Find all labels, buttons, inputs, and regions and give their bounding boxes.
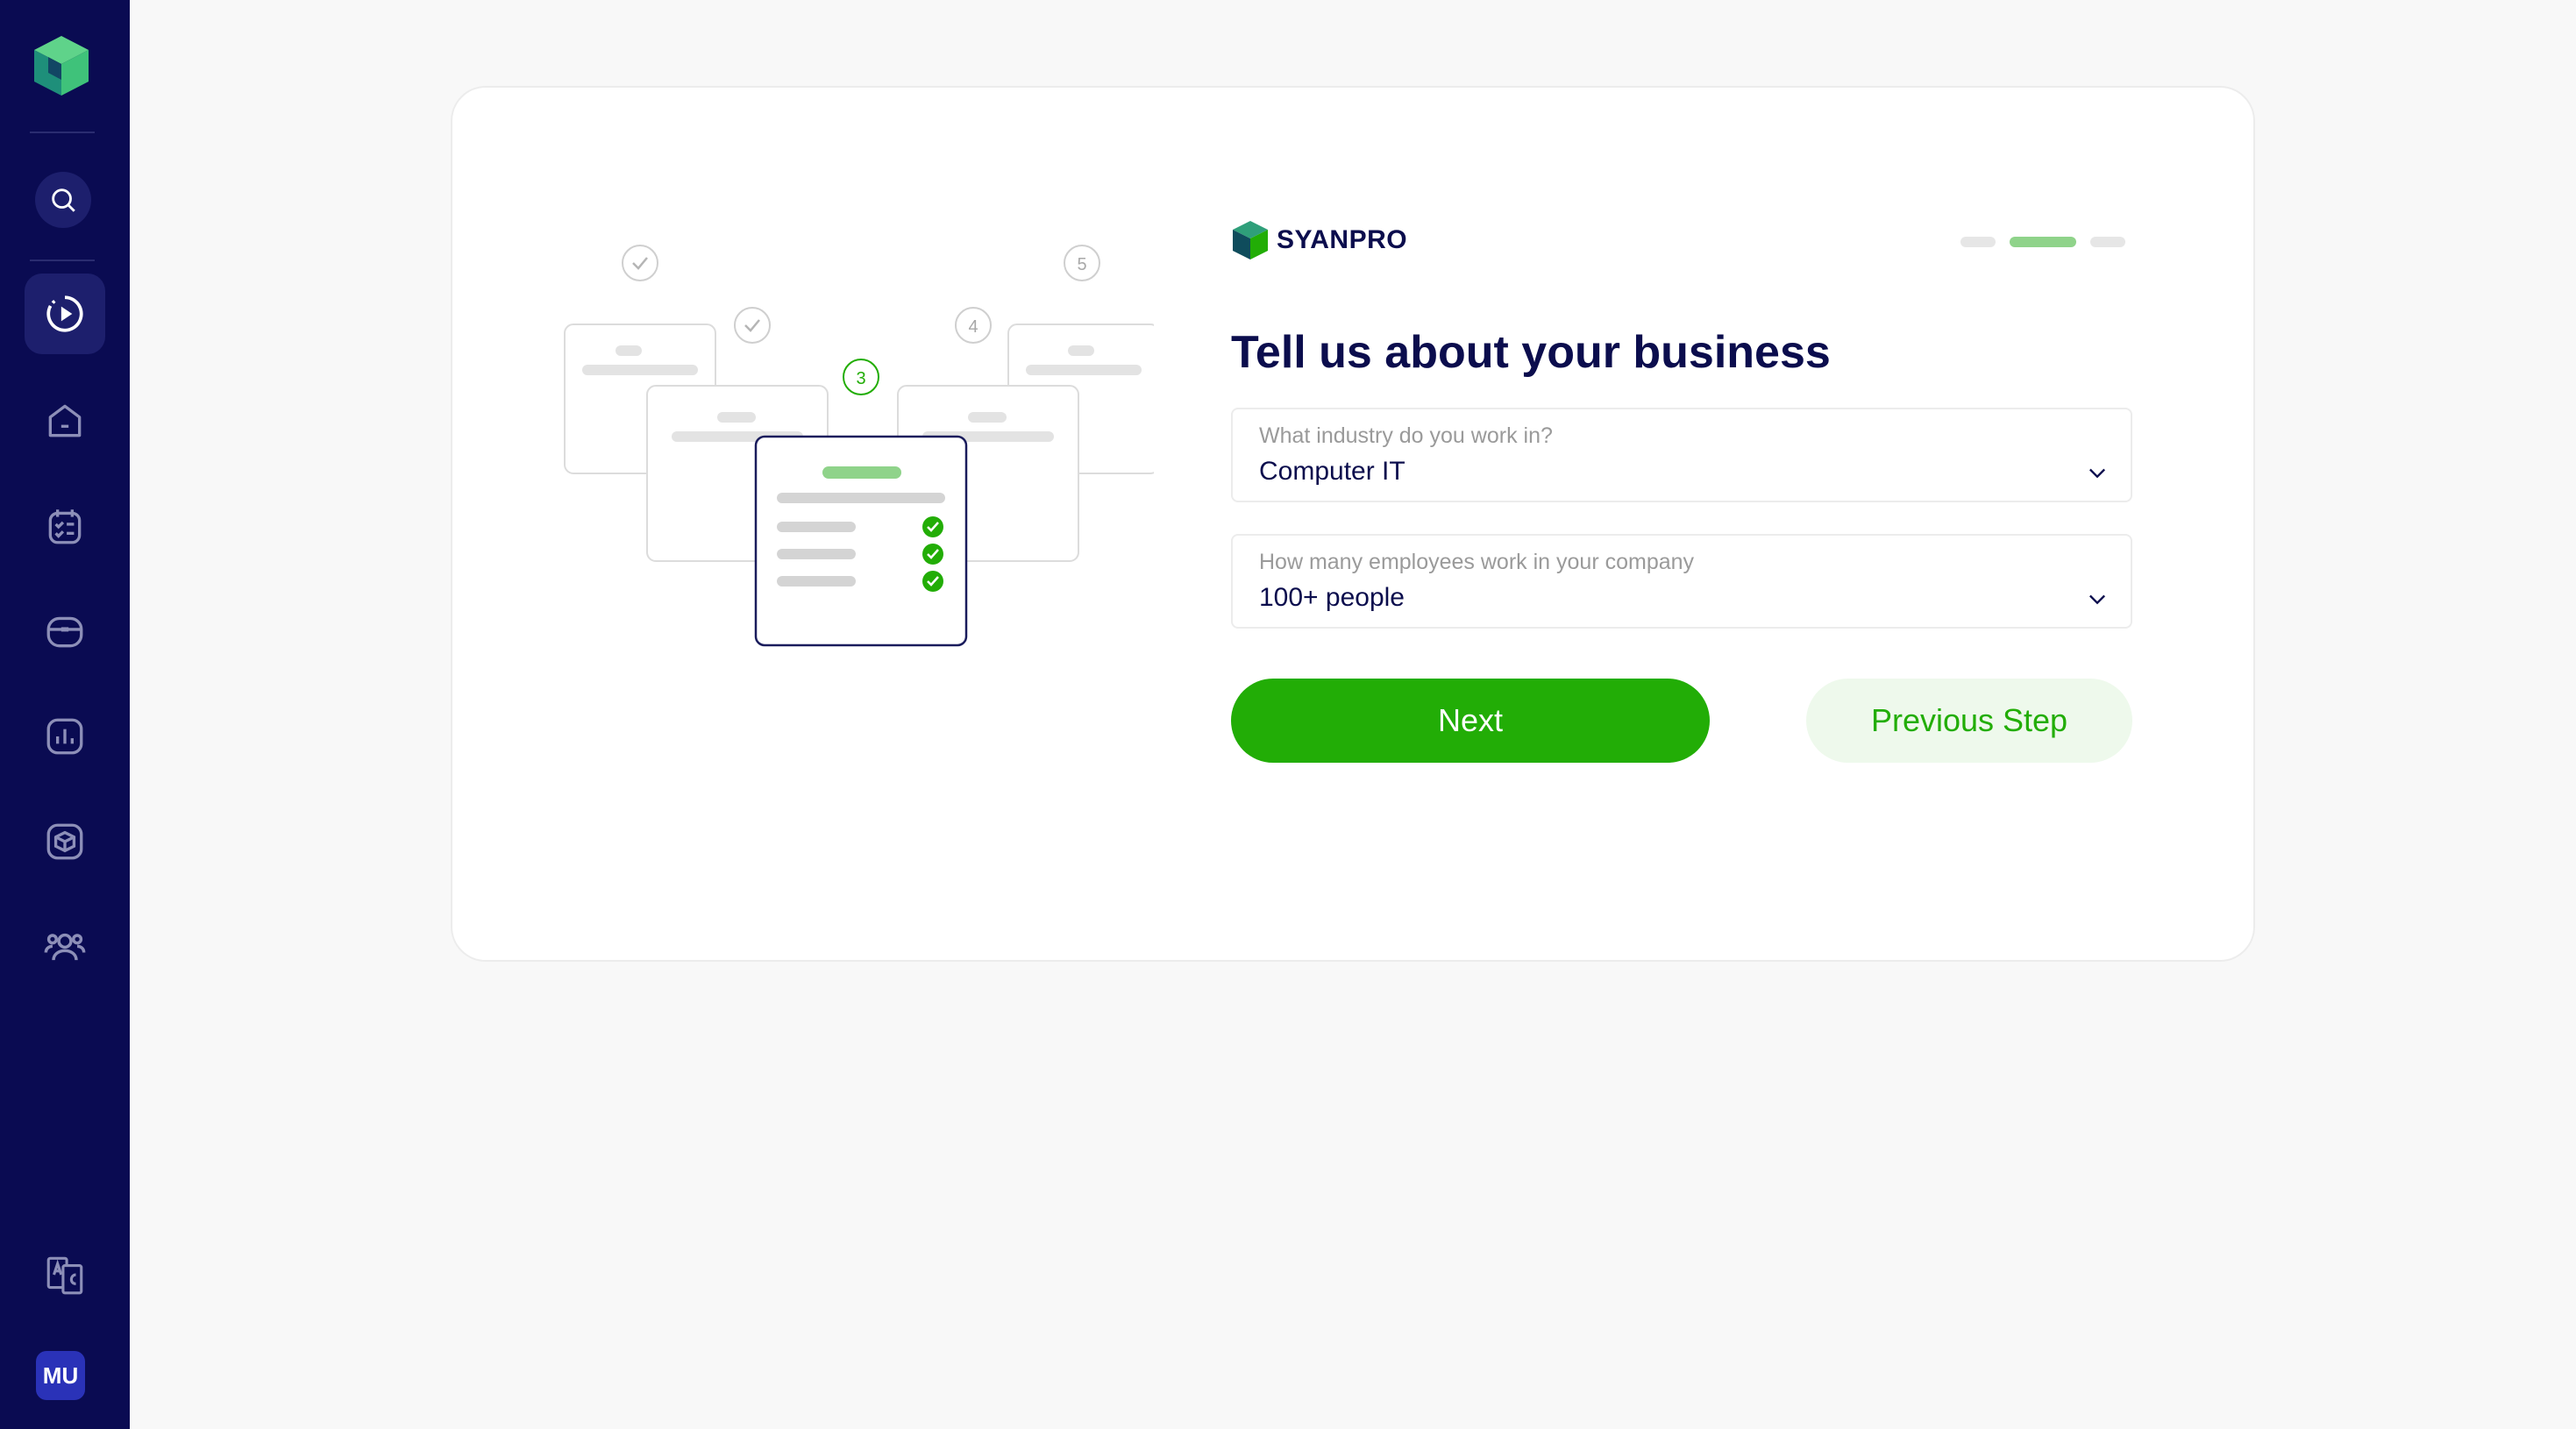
- brand-logo: SYANPRO: [1231, 219, 1407, 261]
- progress-step-1: [1960, 237, 1996, 247]
- chart-icon: [46, 718, 83, 755]
- chevron-down-icon: [2089, 594, 2105, 605]
- progress-step-3: [2090, 237, 2125, 247]
- wallet-icon: [46, 616, 83, 648]
- next-button[interactable]: Next: [1231, 679, 1710, 763]
- industry-value: Computer IT: [1259, 457, 1405, 486]
- search-button[interactable]: [35, 172, 91, 228]
- app-logo-icon[interactable]: [31, 32, 92, 99]
- steps-illustration: 5 4 3: [564, 245, 1154, 647]
- home-icon: [48, 404, 82, 437]
- translate-icon: [46, 1256, 83, 1295]
- sidebar-item-tasks[interactable]: [25, 486, 105, 566]
- sidebar-item-onboarding[interactable]: [25, 274, 105, 354]
- step-number-3: 3: [856, 369, 865, 388]
- step-number-4: 4: [968, 317, 978, 337]
- language-button[interactable]: [25, 1234, 105, 1315]
- search-icon: [52, 188, 75, 212]
- chevron-down-icon: [2089, 468, 2105, 479]
- onboarding-card: 5 4 3 SYANPRO Tell us about your busines…: [451, 86, 2255, 962]
- employees-label: How many employees work in your company: [1259, 550, 1695, 574]
- sidebar-item-home[interactable]: [25, 380, 105, 461]
- play-progress-icon: [46, 295, 83, 332]
- sidebar-item-wallet[interactable]: [25, 591, 105, 672]
- step-progress: [1960, 237, 2125, 247]
- previous-step-button[interactable]: Previous Step: [1806, 679, 2132, 763]
- sidebar-divider: [30, 132, 95, 133]
- syanpro-logo-icon: [1233, 221, 1268, 259]
- industry-label: What industry do you work in?: [1259, 423, 1553, 448]
- industry-select[interactable]: What industry do you work in? Computer I…: [1231, 408, 2132, 502]
- employees-select[interactable]: How many employees work in your company …: [1231, 534, 2132, 629]
- sidebar-item-team[interactable]: [25, 906, 105, 987]
- checklist-icon: [48, 509, 82, 544]
- step-number-5: 5: [1077, 255, 1086, 274]
- employees-value: 100+ people: [1259, 583, 1405, 612]
- progress-step-2: [2010, 237, 2076, 247]
- package-icon: [46, 823, 83, 860]
- sidebar-item-reports[interactable]: [25, 696, 105, 777]
- sidebar-divider: [30, 259, 95, 261]
- brand-name: SYANPRO: [1277, 225, 1408, 254]
- page-title: Tell us about your business: [1231, 327, 1831, 378]
- sidebar-item-products[interactable]: [25, 801, 105, 882]
- user-avatar[interactable]: MU: [36, 1351, 85, 1400]
- sidebar: MU: [0, 0, 130, 1429]
- users-icon: [44, 933, 86, 961]
